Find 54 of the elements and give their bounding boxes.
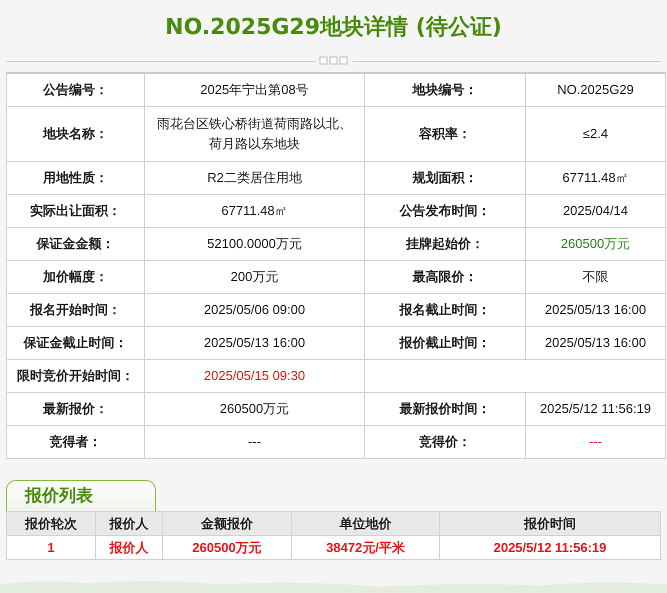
field-label: 报价截止时间：	[364, 326, 526, 360]
field-label: 地块编号：	[364, 73, 526, 106]
column-header: 报价时间	[440, 512, 660, 536]
field-label: 地块名称：	[6, 106, 144, 162]
field-label: 实际出让面积：	[6, 194, 144, 228]
column-header: 金额报价	[162, 512, 292, 536]
field-label: 加价幅度：	[6, 260, 144, 294]
table-cell: 1	[6, 536, 96, 560]
field-label: 最新报价时间：	[364, 392, 526, 426]
page-title: NO.2025G29地块详情 (待公证)	[164, 14, 503, 42]
field-label: 最新报价：	[6, 392, 144, 426]
field-label: 竞得价：	[364, 426, 526, 458]
field-value: 雨花台区铁心桥街道荷雨路以北、荷月路以东地块	[144, 106, 364, 162]
field-value: ≤2.4	[526, 106, 666, 162]
field-value: 2025/05/15 09:30	[144, 360, 364, 392]
field-label: 报名截止时间：	[364, 294, 526, 326]
field-label: 用地性质：	[6, 162, 144, 194]
field-label: 规划面积：	[364, 162, 526, 194]
field-value: NO.2025G29	[526, 73, 666, 106]
ornament-icon	[318, 56, 348, 66]
column-header: 单位地价	[292, 512, 440, 536]
field-value: 67711.48㎡	[144, 194, 364, 228]
field-label: 挂牌起始价：	[364, 228, 526, 260]
column-header: 报价轮次	[6, 512, 96, 536]
field-value: 260500万元	[526, 228, 666, 260]
field-value: 2025/05/06 09:00	[144, 294, 364, 326]
field-label: 报名开始时间：	[6, 294, 144, 326]
field-value: ---	[526, 426, 666, 458]
table-cell: 2025/5/12 11:56:19	[440, 536, 660, 560]
field-value: 52100.0000万元	[144, 228, 364, 260]
field-label: 最高限价：	[364, 260, 526, 294]
field-label: 公告编号：	[6, 73, 144, 106]
field-label: 容积率：	[364, 106, 526, 162]
field-value: ---	[144, 426, 364, 458]
field-label: 竞得者：	[6, 426, 144, 458]
field-value: 2025/05/13 16:00	[526, 294, 666, 326]
field-value: 260500万元	[144, 392, 364, 426]
field-label: 公告发布时间：	[364, 194, 526, 228]
field-value: 2025年宁出第08号	[144, 73, 364, 106]
field-label: 限时竞价开始时间：	[6, 360, 144, 392]
field-value: 67711.48㎡	[526, 162, 666, 194]
field-value: 200万元	[144, 260, 364, 294]
column-header: 报价人	[96, 512, 162, 536]
field-value: 2025/05/13 16:00	[526, 326, 666, 360]
field-value: R2二类居住用地	[144, 162, 364, 194]
table-cell: 260500万元	[162, 536, 292, 560]
field-value: 不限	[526, 260, 666, 294]
table-cell: 报价人	[96, 536, 162, 560]
field-value: 2025/04/14	[526, 194, 666, 228]
field-label: 保证金金额：	[6, 228, 144, 260]
field-value: 2025/05/13 16:00	[144, 326, 364, 360]
table-cell: 38472元/平米	[292, 536, 440, 560]
field-value: 2025/5/12 11:56:19	[526, 392, 666, 426]
field-label: 保证金截止时间：	[6, 326, 144, 360]
